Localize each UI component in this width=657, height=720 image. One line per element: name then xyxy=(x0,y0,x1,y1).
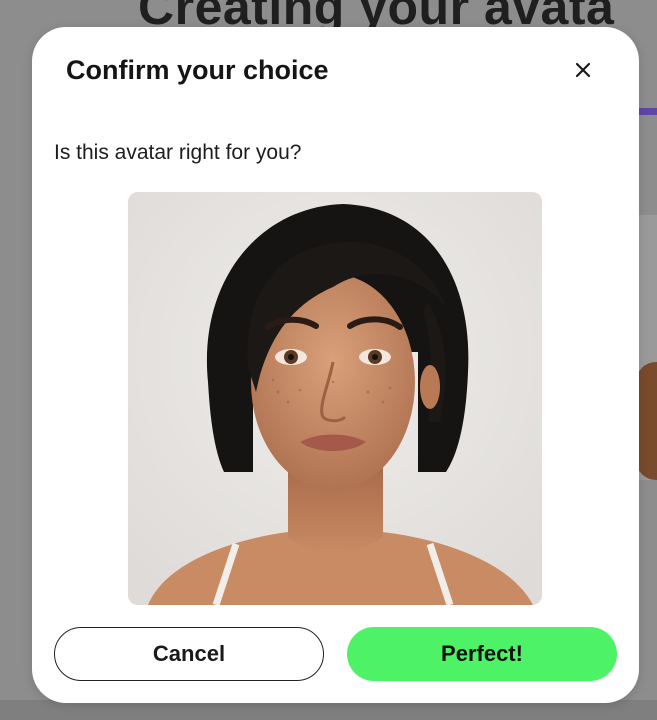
dialog-title: Confirm your choice xyxy=(66,55,329,85)
confirm-button[interactable]: Perfect! xyxy=(347,627,617,681)
close-icon xyxy=(575,62,591,78)
dialog-question: Is this avatar right for you? xyxy=(54,141,302,164)
avatar-portrait-illustration xyxy=(128,192,542,605)
background-footer xyxy=(0,700,657,720)
confirm-dialog: Confirm your choice Is this avatar right… xyxy=(32,27,639,703)
background-avatar-thumbnail xyxy=(636,362,657,480)
close-button[interactable] xyxy=(568,55,598,85)
avatar-preview-image xyxy=(128,192,542,605)
cancel-button[interactable]: Cancel xyxy=(54,627,324,681)
